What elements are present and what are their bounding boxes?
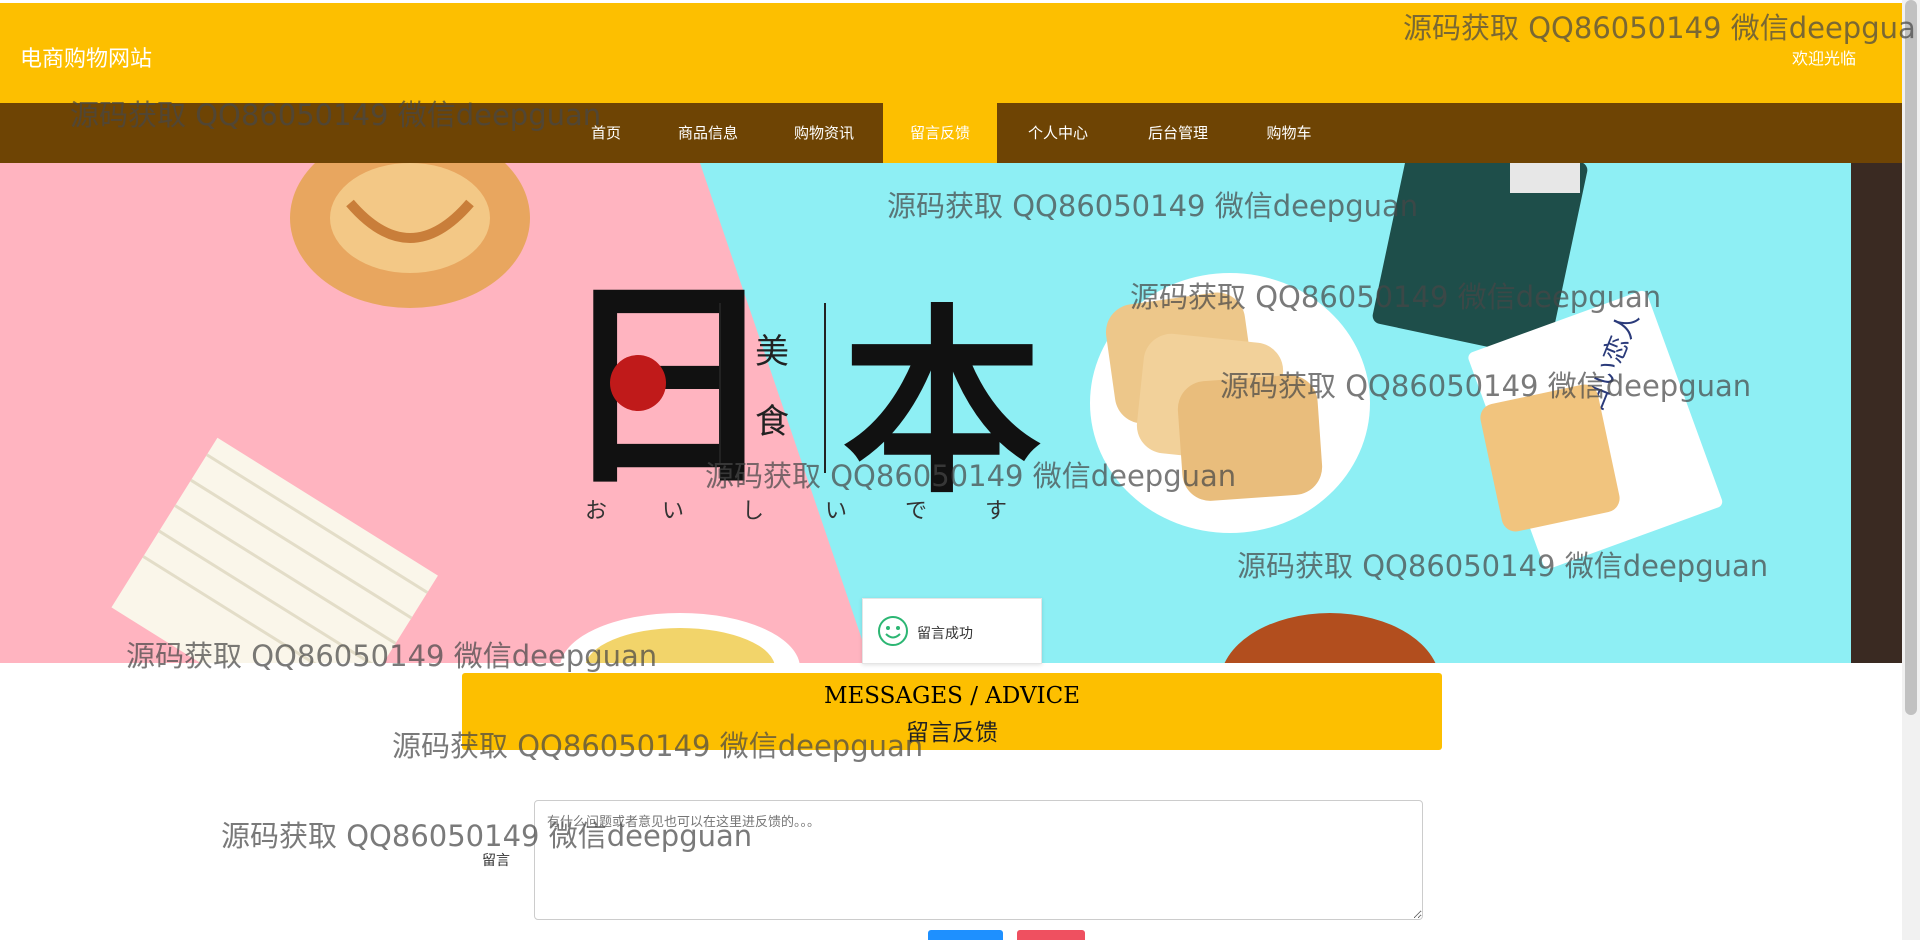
red-sun-icon [610,355,666,411]
kana-3: し [742,499,764,524]
kana-4: い [825,499,847,524]
kana-5: で [905,499,927,524]
nav-item-home[interactable]: 首页 [572,103,640,163]
nav-item-news[interactable]: 购物资讯 [782,103,866,163]
site-header: 电商购物网站 欢迎光临 [0,3,1902,103]
nav-item-cart[interactable]: 购物车 [1252,103,1326,163]
section-title-zh: 留言反馈 [906,720,998,746]
welcome-text: 欢迎光临 [1792,49,1857,68]
message-textarea[interactable] [534,800,1423,920]
kana-1: お [585,499,607,524]
site-title[interactable]: 电商购物网站 [20,41,152,73]
logo-char-shi: 食 [755,402,789,442]
submit-button[interactable] [928,930,1003,940]
nav-item-products[interactable]: 商品信息 [666,103,750,163]
kana-2: い [662,499,684,524]
nav-item-admin[interactable]: 后台管理 [1136,103,1220,163]
smile-icon [878,616,908,646]
page: 电商购物网站 欢迎光临 首页 商品信息 购物资讯 留言反馈 个人中心 后台管理 … [0,0,1920,940]
success-toast: 留言成功 [862,598,1042,664]
logo-char-moto: 本 [842,286,1042,521]
nav-item-feedback[interactable]: 留言反馈 [883,103,997,163]
section-title-en: MESSAGES / ADVICE [823,683,1081,709]
reset-button[interactable] [1017,930,1085,940]
kana-6: す [985,499,1007,524]
section-heading: MESSAGES / ADVICE 留言反馈 [462,673,1442,750]
banner-graphic: 白い恋人 日 美 食 本 お い し い で す [0,163,1902,663]
main-nav: 首页 商品信息 购物资讯 留言反馈 个人中心 后台管理 购物车 [0,103,1902,163]
message-label: 留言 [482,853,510,869]
banner-image: 白い恋人 日 美 食 本 お い し い で す [0,163,1902,663]
logo-char-mei: 美 [755,332,789,372]
logo-char-sun: 日 [558,256,778,515]
scrollbar-thumb[interactable] [1905,0,1917,715]
nav-item-profile[interactable]: 个人中心 [1016,103,1100,163]
toast-message: 留言成功 [917,626,973,642]
